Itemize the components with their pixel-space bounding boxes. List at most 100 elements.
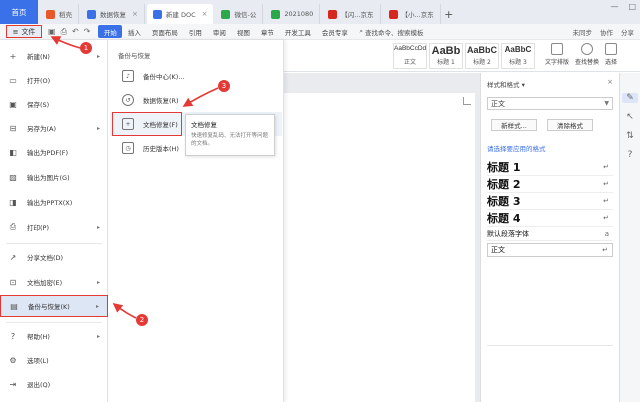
style-list-item[interactable]: 标题 4 ↵ (487, 210, 613, 227)
tab-new-doc[interactable]: 新建 DOC × (146, 4, 214, 24)
tab-developer[interactable]: 开发工具 (279, 25, 316, 38)
tab-references[interactable]: 引用 (183, 25, 207, 38)
wechat-icon (221, 9, 231, 19)
share-button[interactable]: 分享 (621, 27, 634, 37)
style-list-item[interactable]: 默认段落字体 a (487, 227, 613, 241)
menu-backup-recovery[interactable]: ▤ 备份与恢复(K) ▸ (0, 295, 108, 317)
tab-jd-1[interactable]: 【闪...京东 (322, 4, 381, 24)
tab-page-layout[interactable]: 页面布局 (146, 25, 183, 38)
menu-export-image[interactable]: ▨ 输出为图片(G) (0, 166, 108, 188)
minimize-icon[interactable]: — (610, 2, 618, 11)
pane-title[interactable]: 样式和格式 ▾ (487, 79, 525, 89)
submenu-label: 历史版本(H) (143, 145, 179, 153)
menu-label: 帮助(H) (27, 333, 50, 341)
character-mark-icon: a (604, 229, 609, 238)
pane-close-icon[interactable]: × (607, 78, 613, 86)
sync-button[interactable]: 未同步 (573, 27, 593, 37)
tab-view[interactable]: 视图 (231, 25, 255, 38)
tab-wechat[interactable]: 微信-公 (215, 4, 264, 24)
ribbon-menu-row: ≡ 文件 ▣ ⎙ ↶ ↷ 开始 插入 页面布局 引用 审阅 视图 章节 开发工具 … (0, 24, 640, 40)
print-icon: ⎙ (9, 222, 17, 231)
print-icon[interactable]: ⎙ (61, 27, 67, 37)
tab-data-recovery[interactable]: 数据恢复 × (81, 4, 145, 24)
find-replace-button[interactable]: 查找替换 (575, 43, 599, 66)
help-icon[interactable]: ? (628, 150, 633, 160)
tab-2021[interactable]: 2021080 (265, 4, 321, 24)
redo-icon[interactable]: ↷ (84, 27, 91, 37)
style-list-item[interactable]: 标题 2 ↵ (487, 176, 613, 193)
file-menu-button[interactable]: ≡ 文件 (6, 25, 42, 38)
chevron-down-icon: ▼ (604, 100, 609, 107)
style-heading-3[interactable]: AaBbC 标题 3 (501, 43, 535, 69)
menu-encrypt[interactable]: ⊡ 文档加密(E) ▸ (0, 271, 108, 293)
select-button[interactable]: 选择 (605, 43, 617, 66)
close-icon[interactable]: × (202, 10, 208, 18)
help-icon: ? (10, 331, 16, 341)
menu-export-pdf[interactable]: ◧ 输出为PDF(F) (0, 141, 108, 163)
collab-button[interactable]: 协作 (600, 27, 613, 37)
window-controls: — □ (610, 2, 636, 11)
undo-icon[interactable]: ↶ (72, 27, 79, 37)
menu-label: 输出为PPTX(X) (27, 199, 73, 207)
maximize-icon[interactable]: □ (628, 2, 636, 11)
menu-export-pptx[interactable]: ◨ 输出为PPTX(X) (0, 191, 108, 213)
wechat-icon (271, 9, 281, 19)
menu-open[interactable]: ▭ 打开(O) (0, 69, 108, 91)
submenu-backup-center[interactable]: ♪ 备份中心(K)... (110, 64, 282, 88)
chevron-right-icon: ▸ (95, 302, 99, 310)
menu-save-as[interactable]: ⊟ 另存为(A) ▸ (0, 117, 108, 139)
style-item-label: 默认段落字体 (487, 229, 529, 238)
tab-chapter[interactable]: 章节 (255, 25, 279, 38)
style-list-item[interactable]: 标题 3 ↵ (487, 193, 613, 210)
button-label: 文字排版 (545, 59, 570, 66)
collab-group: 未同步 协作 分享 (573, 27, 635, 37)
home-tab[interactable]: 首页 (0, 0, 38, 24)
cursor-icon[interactable]: ↖ (626, 112, 634, 122)
search-label: 查找命令、搜索模板 (365, 28, 424, 37)
style-list-item[interactable]: 标题 1 ↵ (487, 159, 613, 176)
add-tab-button[interactable]: + (441, 4, 457, 24)
tab-member[interactable]: 会员专享 (316, 25, 353, 38)
style-preview: AaBb (431, 45, 461, 57)
style-heading-2[interactable]: AaBbC 标题 2 (465, 43, 499, 69)
menu-help[interactable]: ? 帮助(H) ▸ (0, 325, 108, 347)
menu-exit[interactable]: ⇥ 退出(Q) (0, 373, 108, 395)
tab-label: 2021080 (284, 10, 314, 18)
menu-options[interactable]: ⚙ 选项(L) (0, 349, 108, 371)
adjust-icon[interactable]: ⇅ (626, 131, 634, 141)
hamburger-icon: ≡ (12, 27, 19, 36)
close-icon[interactable]: × (132, 10, 138, 18)
file-label: 文件 (21, 27, 36, 36)
style-normal[interactable]: AaBbCcDd 正文 (393, 43, 427, 69)
submenu-title: 备份与恢复 (118, 52, 151, 60)
pdf-icon: ◧ (9, 147, 17, 157)
apply-style-label: 请选择要应用的格式 (487, 145, 546, 153)
tab-jd-2[interactable]: 【小...京东 (383, 4, 441, 24)
tab-start[interactable]: 开始 (98, 25, 123, 38)
menu-share[interactable]: ↗ 分享文档(D) (0, 246, 108, 268)
menu-print[interactable]: ⎙ 打印(P) ▸ (0, 216, 108, 238)
current-style-select[interactable]: 正文 ▼ (487, 97, 613, 110)
divider (6, 243, 102, 244)
save-icon[interactable]: ▣ (48, 27, 56, 37)
text-layout-button[interactable]: 文字排版 (545, 43, 569, 66)
style-heading-1[interactable]: AaBb 标题 1 (429, 43, 463, 69)
pen-icon[interactable]: ✎ (622, 93, 638, 103)
tab-review[interactable]: 审阅 (207, 25, 231, 38)
tab-label: 【小...京东 (401, 11, 434, 19)
tab-insert[interactable]: 插入 (122, 25, 146, 38)
style-preview: AaBbC (504, 45, 532, 54)
paragraph-mark-icon: ↵ (603, 214, 609, 222)
button-label: 查找替换 (575, 59, 600, 66)
submenu-data-recovery[interactable]: ↺ 数据恢复(R) (110, 88, 282, 112)
command-search[interactable]: ⌕ 查找命令、搜索模板 (359, 27, 423, 37)
style-name: 标题 2 (473, 59, 491, 66)
style-item-label: 正文 (491, 246, 505, 254)
tab-docer[interactable]: 稻壳 (40, 4, 79, 24)
style-list-item-selected[interactable]: 正文 ↵ (487, 243, 613, 257)
new-style-button[interactable]: 新样式... (491, 119, 537, 131)
button-label: 选择 (605, 59, 618, 66)
menu-label: 输出为PDF(F) (27, 149, 68, 157)
clear-format-button[interactable]: 清除格式 (547, 119, 593, 131)
menu-save[interactable]: ▣ 保存(S) (0, 93, 108, 115)
